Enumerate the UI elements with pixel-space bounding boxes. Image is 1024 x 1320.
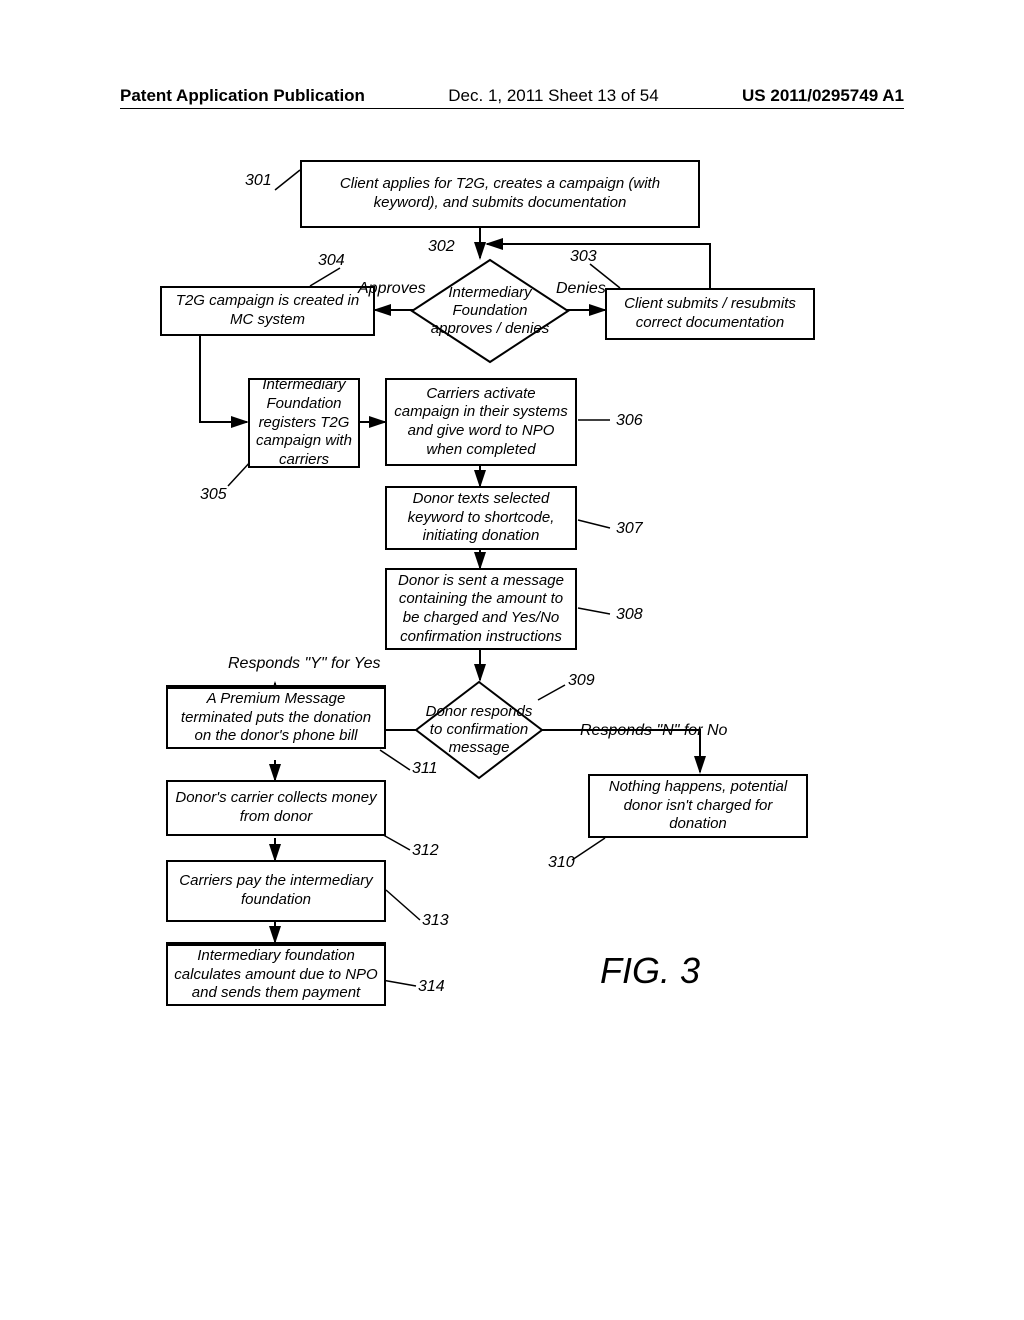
ref-308: 308 <box>616 606 643 624</box>
box-312: Donor's carrier collects money from dono… <box>166 780 386 836</box>
ref-305: 305 <box>200 486 227 504</box>
ref-313: 313 <box>422 912 449 930</box>
box-313: Carriers pay the intermediary foundation <box>166 860 386 922</box>
ref-301: 301 <box>245 172 272 190</box>
box-310: Nothing happens, potential donor isn't c… <box>588 774 808 838</box>
header-rule <box>120 108 904 109</box>
edge-resp-yes: Responds "Y" for Yes <box>228 655 380 673</box>
edge-approves: Approves <box>358 280 426 298</box>
figure-label: FIG. 3 <box>600 950 700 992</box>
header-right: US 2011/0295749 A1 <box>742 86 904 106</box>
header-center: Dec. 1, 2011 Sheet 13 of 54 <box>448 86 658 106</box>
box-307: Donor texts selected keyword to shortcod… <box>385 486 577 550</box>
ref-304: 304 <box>318 252 345 270</box>
ref-310: 310 <box>548 854 575 872</box>
box-306: Carriers activate campaign in their syst… <box>385 378 577 466</box>
ref-309: 309 <box>568 672 595 690</box>
diamond-302-text: Intermediary Foundation approves / denie… <box>410 258 570 364</box>
box-311: A Premium Message terminated puts the do… <box>166 685 386 749</box>
ref-311: 311 <box>412 760 438 778</box>
ref-312: 312 <box>412 842 439 860</box>
ref-307: 307 <box>616 520 643 538</box>
ref-302: 302 <box>428 238 455 256</box>
ref-303: 303 <box>570 248 597 266</box>
box-305: Intermediary Foundation registers T2G ca… <box>248 378 360 468</box>
page-header: Patent Application Publication Dec. 1, 2… <box>0 86 1024 106</box>
header-left: Patent Application Publication <box>120 86 365 106</box>
box-301: Client applies for T2G, creates a campai… <box>300 160 700 228</box>
ref-314: 314 <box>418 978 445 996</box>
edge-resp-no: Responds "N" for No <box>580 722 727 740</box>
edge-denies: Denies <box>556 280 606 298</box>
box-314: Intermediary foundation calculates amoun… <box>166 942 386 1006</box>
flowchart-diagram: Client applies for T2G, creates a campai… <box>160 160 880 1160</box>
diamond-302: Intermediary Foundation approves / denie… <box>410 258 570 364</box>
box-303: Client submits / resubmits correct docum… <box>605 288 815 340</box>
box-304: T2G campaign is created in MC system <box>160 286 375 336</box>
ref-306: 306 <box>616 412 643 430</box>
box-308: Donor is sent a message containing the a… <box>385 568 577 650</box>
